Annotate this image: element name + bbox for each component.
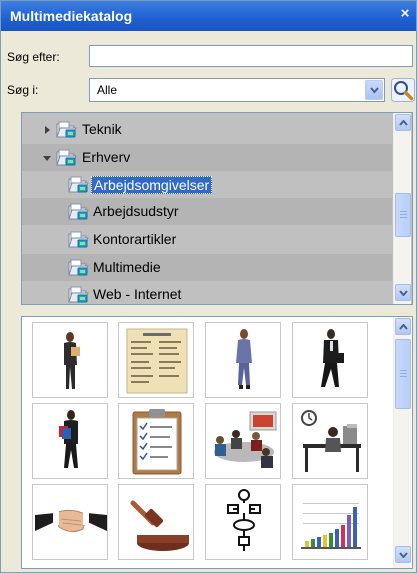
gavel-clip[interactable] (118, 484, 194, 560)
close-button[interactable]: × (398, 6, 412, 22)
title-bar: Multimediekatalog × (1, 1, 416, 31)
collection-tree: Teknik Erhverv Arbejdsomgivelser Arbejdsuds… (21, 112, 413, 305)
collection-selected-value: Alle (97, 83, 118, 97)
results-scrollbar[interactable] (393, 317, 411, 568)
tree-item-label: Arbejdsomgivelser (91, 176, 213, 194)
man-at-desk-clip[interactable] (292, 403, 368, 479)
collection-folder-icon (67, 174, 89, 194)
tree-item[interactable]: Teknik (22, 116, 392, 143)
tree-item[interactable]: Arbejdsomgivelser (22, 171, 392, 198)
dropdown-arrow-button[interactable] (365, 80, 383, 100)
chevron-up-icon (399, 120, 408, 126)
clipboard-checklist-clip[interactable] (118, 403, 194, 479)
search-label: Søg efter: (7, 50, 60, 64)
tree-item-label: Kontorartikler (93, 231, 177, 247)
tree-item[interactable]: Multimedie (22, 254, 392, 281)
woman-holding-folders-clip[interactable] (32, 403, 108, 479)
businesswoman-walking-clip[interactable] (205, 322, 281, 398)
business-meeting-clip[interactable] (205, 403, 281, 479)
collection-folder-icon (67, 201, 89, 221)
handshake-clip[interactable] (32, 484, 108, 560)
businessman-walking-clip[interactable] (292, 322, 368, 398)
collection-folder-icon (67, 257, 89, 277)
document-form-clip[interactable] (118, 322, 194, 398)
clip-results-grid (21, 316, 413, 569)
tree-item-label: Multimedie (93, 259, 161, 275)
bar-chart-clip[interactable] (292, 484, 368, 560)
pane-title: Multimediekatalog (10, 8, 133, 24)
chevron-up-icon (399, 324, 408, 330)
collection-folder-icon (55, 119, 77, 139)
tree-item[interactable]: Erhverv (22, 144, 392, 171)
tree-item-label: Arbejdsudstyr (93, 203, 179, 219)
tree-item-label: Teknik (82, 121, 122, 137)
tree-item[interactable]: Kontorartikler (22, 226, 392, 253)
results-scroll-up-button[interactable] (395, 318, 411, 335)
tree-item-label: Web - Internet (93, 286, 182, 302)
tree-scroll-up-button[interactable] (395, 114, 411, 131)
tree-item[interactable]: Web - Internet (22, 281, 392, 304)
search-input[interactable] (89, 45, 413, 67)
collection-folder-icon (67, 229, 89, 249)
tree-item[interactable]: Arbejdsudstyr (22, 198, 392, 225)
search-row: Søg efter: (7, 45, 413, 69)
chevron-down-icon (399, 552, 408, 558)
flowchart-clip[interactable] (205, 484, 281, 560)
tree-scrollbar[interactable] (393, 113, 411, 304)
results-scroll-down-button[interactable] (395, 546, 411, 563)
search-go-button[interactable] (391, 78, 415, 102)
search-in-label: Søg i: (7, 83, 39, 97)
woman-reading-clip[interactable] (32, 322, 108, 398)
expand-triangle-icon[interactable] (42, 124, 52, 134)
collection-folder-icon (55, 147, 77, 167)
tree-scroll-thumb[interactable] (395, 193, 411, 237)
collapse-triangle-icon[interactable] (42, 152, 52, 162)
chevron-down-icon (399, 290, 408, 296)
collection-dropdown[interactable]: Alle (89, 78, 385, 102)
collection-folder-icon (67, 284, 89, 304)
search-in-row: Søg i: Alle (7, 78, 415, 102)
magnifier-icon (391, 78, 415, 102)
results-scroll-thumb[interactable] (395, 339, 411, 409)
chevron-down-icon (370, 87, 379, 94)
tree-item-label: Erhverv (82, 149, 131, 165)
clip-art-task-pane: Multimediekatalog × Søg efter: Søg i: Al… (0, 0, 417, 573)
tree-scroll-down-button[interactable] (395, 284, 411, 301)
